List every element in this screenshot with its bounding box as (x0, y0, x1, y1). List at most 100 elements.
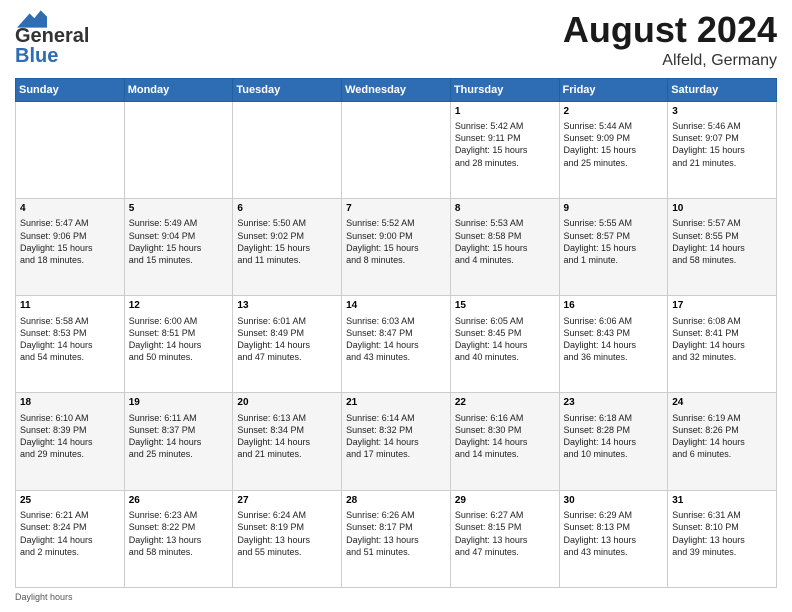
day-number: 28 (346, 494, 446, 508)
calendar-cell: 18 Sunrise: 6:10 AM Sunset: 8:39 PM Dayli… (16, 393, 125, 490)
day-info: Sunrise: 5:42 AM Sunset: 9:11 PM Dayligh… (455, 120, 555, 169)
day-info: Sunrise: 6:31 AM Sunset: 8:10 PM Dayligh… (672, 509, 772, 558)
day-number: 22 (455, 396, 555, 410)
calendar-cell: 1Sunrise: 5:42 AM Sunset: 9:11 PM Daylig… (450, 101, 559, 198)
day-number: 7 (346, 202, 446, 216)
day-number: 9 (564, 202, 664, 216)
day-info: Sunrise: 6:26 AM Sunset: 8:17 PM Dayligh… (346, 509, 446, 558)
day-number: 12 (129, 299, 229, 313)
day-number: 13 (237, 299, 337, 313)
day-info: Sunrise: 5:49 AM Sunset: 9:04 PM Dayligh… (129, 217, 229, 266)
day-number: 6 (237, 202, 337, 216)
calendar-cell: 13Sunrise: 6:01 AM Sunset: 8:49 PM Dayli… (233, 296, 342, 393)
day-number: 5 (129, 202, 229, 216)
day-info: Sunrise: 6:10 AM Sunset: 8:39 PM Dayligh… (20, 412, 120, 461)
calendar-cell: 5Sunrise: 5:49 AM Sunset: 9:04 PM Daylig… (124, 198, 233, 295)
day-info: Sunrise: 6:06 AM Sunset: 8:43 PM Dayligh… (564, 315, 664, 364)
logo-general: General (15, 25, 89, 47)
calendar-cell: 16 Sunrise: 6:06 AM Sunset: 8:43 PM Dayli… (559, 296, 668, 393)
month-title: August 2024 (563, 10, 777, 50)
calendar-cell: 15 Sunrise: 6:05 AM Sunset: 8:45 PM Dayli… (450, 296, 559, 393)
calendar-cell: 10Sunrise: 5:57 AM Sunset: 8:55 PM Dayli… (668, 198, 777, 295)
weekday-header-thursday: Thursday (450, 78, 559, 101)
day-info: Sunrise: 6:08 AM Sunset: 8:41 PM Dayligh… (672, 315, 772, 364)
day-info: Sunrise: 5:55 AM Sunset: 8:57 PM Dayligh… (564, 217, 664, 266)
day-number: 15 (455, 299, 555, 313)
calendar-cell (124, 101, 233, 198)
day-info: Sunrise: 6:24 AM Sunset: 8:19 PM Dayligh… (237, 509, 337, 558)
calendar-cell: 19 Sunrise: 6:11 AM Sunset: 8:37 PM Dayli… (124, 393, 233, 490)
calendar-cell (233, 101, 342, 198)
day-info: Sunrise: 5:53 AM Sunset: 8:58 PM Dayligh… (455, 217, 555, 266)
day-number: 30 (564, 494, 664, 508)
day-info: Sunrise: 6:14 AM Sunset: 8:32 PM Dayligh… (346, 412, 446, 461)
day-info: Sunrise: 6:16 AM Sunset: 8:30 PM Dayligh… (455, 412, 555, 461)
location-title: Alfeld, Germany (563, 52, 777, 70)
calendar-cell: 26Sunrise: 6:23 AM Sunset: 8:22 PM Dayli… (124, 490, 233, 587)
calendar-cell: 28Sunrise: 6:26 AM Sunset: 8:17 PM Dayli… (342, 490, 451, 587)
calendar-cell: 20 Sunrise: 6:13 AM Sunset: 8:34 PM Dayli… (233, 393, 342, 490)
calendar-cell: 25Sunrise: 6:21 AM Sunset: 8:24 PM Dayli… (16, 490, 125, 587)
calendar-cell: 7Sunrise: 5:52 AM Sunset: 9:00 PM Daylig… (342, 198, 451, 295)
day-number: 8 (455, 202, 555, 216)
calendar-week-5: 25Sunrise: 6:21 AM Sunset: 8:24 PM Dayli… (16, 490, 777, 587)
day-info: Sunrise: 5:47 AM Sunset: 9:06 PM Dayligh… (20, 217, 120, 266)
calendar-cell: 14Sunrise: 6:03 AM Sunset: 8:47 PM Dayli… (342, 296, 451, 393)
day-info: Sunrise: 6:05 AM Sunset: 8:45 PM Dayligh… (455, 315, 555, 364)
calendar-cell: 31Sunrise: 6:31 AM Sunset: 8:10 PM Dayli… (668, 490, 777, 587)
footer-note: Daylight hours (15, 592, 777, 602)
calendar-cell: 29Sunrise: 6:27 AM Sunset: 8:15 PM Dayli… (450, 490, 559, 587)
header: General Blue August 2024 Alfeld, Germany (15, 10, 777, 70)
calendar-cell: 9Sunrise: 5:55 AM Sunset: 8:57 PM Daylig… (559, 198, 668, 295)
calendar-cell: 27Sunrise: 6:24 AM Sunset: 8:19 PM Dayli… (233, 490, 342, 587)
day-info: Sunrise: 6:00 AM Sunset: 8:51 PM Dayligh… (129, 315, 229, 364)
weekday-header-saturday: Saturday (668, 78, 777, 101)
page: General Blue August 2024 Alfeld, Germany… (0, 0, 792, 612)
weekday-header-monday: Monday (124, 78, 233, 101)
calendar-cell: 24Sunrise: 6:19 AM Sunset: 8:26 PM Dayli… (668, 393, 777, 490)
day-number: 11 (20, 299, 120, 313)
day-number: 17 (672, 299, 772, 313)
day-info: Sunrise: 5:46 AM Sunset: 9:07 PM Dayligh… (672, 120, 772, 169)
calendar-cell: 21Sunrise: 6:14 AM Sunset: 8:32 PM Dayli… (342, 393, 451, 490)
day-info: Sunrise: 6:19 AM Sunset: 8:26 PM Dayligh… (672, 412, 772, 461)
day-number: 26 (129, 494, 229, 508)
day-info: Sunrise: 6:13 AM Sunset: 8:34 PM Dayligh… (237, 412, 337, 461)
calendar-table: SundayMondayTuesdayWednesdayThursdayFrid… (15, 78, 777, 588)
day-info: Sunrise: 6:21 AM Sunset: 8:24 PM Dayligh… (20, 509, 120, 558)
day-number: 19 (129, 396, 229, 410)
day-info: Sunrise: 6:11 AM Sunset: 8:37 PM Dayligh… (129, 412, 229, 461)
day-number: 23 (564, 396, 664, 410)
day-number: 31 (672, 494, 772, 508)
day-number: 16 (564, 299, 664, 313)
day-info: Sunrise: 5:58 AM Sunset: 8:53 PM Dayligh… (20, 315, 120, 364)
calendar-cell (16, 101, 125, 198)
day-number: 4 (20, 202, 120, 216)
day-info: Sunrise: 5:57 AM Sunset: 8:55 PM Dayligh… (672, 217, 772, 266)
day-number: 14 (346, 299, 446, 313)
day-number: 18 (20, 396, 120, 410)
calendar-week-2: 4Sunrise: 5:47 AM Sunset: 9:06 PM Daylig… (16, 198, 777, 295)
day-info: Sunrise: 6:27 AM Sunset: 8:15 PM Dayligh… (455, 509, 555, 558)
calendar-cell: 11 Sunrise: 5:58 AM Sunset: 8:53 PM Dayli… (16, 296, 125, 393)
day-info: Sunrise: 6:29 AM Sunset: 8:13 PM Dayligh… (564, 509, 664, 558)
weekday-header-tuesday: Tuesday (233, 78, 342, 101)
calendar-week-1: 1Sunrise: 5:42 AM Sunset: 9:11 PM Daylig… (16, 101, 777, 198)
day-number: 27 (237, 494, 337, 508)
calendar-body: 1Sunrise: 5:42 AM Sunset: 9:11 PM Daylig… (16, 101, 777, 587)
logo: General Blue (15, 10, 89, 66)
day-info: Sunrise: 5:52 AM Sunset: 9:00 PM Dayligh… (346, 217, 446, 266)
logo-blue: Blue (15, 45, 58, 67)
day-info: Sunrise: 5:44 AM Sunset: 9:09 PM Dayligh… (564, 120, 664, 169)
day-number: 10 (672, 202, 772, 216)
calendar-cell (342, 101, 451, 198)
calendar-cell: 4Sunrise: 5:47 AM Sunset: 9:06 PM Daylig… (16, 198, 125, 295)
calendar-week-4: 18 Sunrise: 6:10 AM Sunset: 8:39 PM Dayli… (16, 393, 777, 490)
calendar-cell: 6Sunrise: 5:50 AM Sunset: 9:02 PM Daylig… (233, 198, 342, 295)
day-number: 20 (237, 396, 337, 410)
footer-text: Daylight hours (15, 592, 73, 602)
title-block: August 2024 Alfeld, Germany (563, 10, 777, 70)
weekday-header-friday: Friday (559, 78, 668, 101)
day-number: 25 (20, 494, 120, 508)
calendar-cell: 2Sunrise: 5:44 AM Sunset: 9:09 PM Daylig… (559, 101, 668, 198)
